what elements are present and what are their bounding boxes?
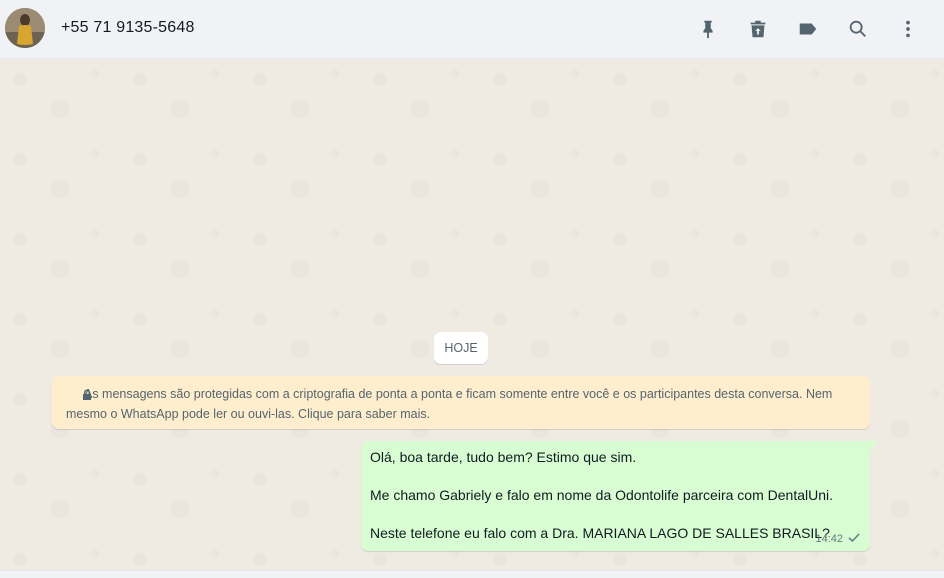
contact-name[interactable]: +55 71 9135-5648 (61, 19, 195, 37)
pin-icon[interactable] (696, 17, 720, 41)
encryption-notice[interactable]: As mensagens são protegidas com a cripto… (52, 376, 870, 429)
message-time: 14:42 (815, 533, 843, 545)
single-check-icon (847, 532, 861, 546)
label-icon[interactable] (796, 17, 820, 41)
message-line: Me chamo Gabriely e falo em nome da Odon… (370, 487, 833, 503)
day-separator: HOJE (434, 332, 488, 364)
bubble-tail (870, 441, 878, 451)
menu-icon[interactable] (896, 17, 920, 41)
contact-avatar[interactable] (5, 8, 45, 48)
whatsapp-chat-window: +55 71 9135-5648 HOJE As mensagens são p… (0, 0, 944, 578)
encryption-notice-line-2: mesmo o WhatsApp pode ler ou ouvi-las. C… (66, 407, 431, 421)
chat-header: +55 71 9135-5648 (0, 0, 944, 59)
message-line: Olá, boa tarde, tudo bem? Estimo que sim… (370, 449, 637, 465)
encryption-notice-line-1: As mensagens são protegidas com a cripto… (84, 387, 833, 401)
outgoing-message[interactable]: Olá, boa tarde, tudo bem? Estimo que sim… (361, 441, 870, 551)
avatar-photo (5, 8, 45, 48)
message-meta: 14:42 (815, 532, 861, 546)
archive-icon[interactable] (746, 17, 770, 41)
lock-icon (82, 387, 92, 400)
search-icon[interactable] (846, 17, 870, 41)
message-line: Neste telefone eu falo com a Dra. MARIAN… (370, 525, 830, 541)
composer-edge (0, 570, 944, 578)
chat-scrollbar[interactable] (936, 59, 944, 570)
